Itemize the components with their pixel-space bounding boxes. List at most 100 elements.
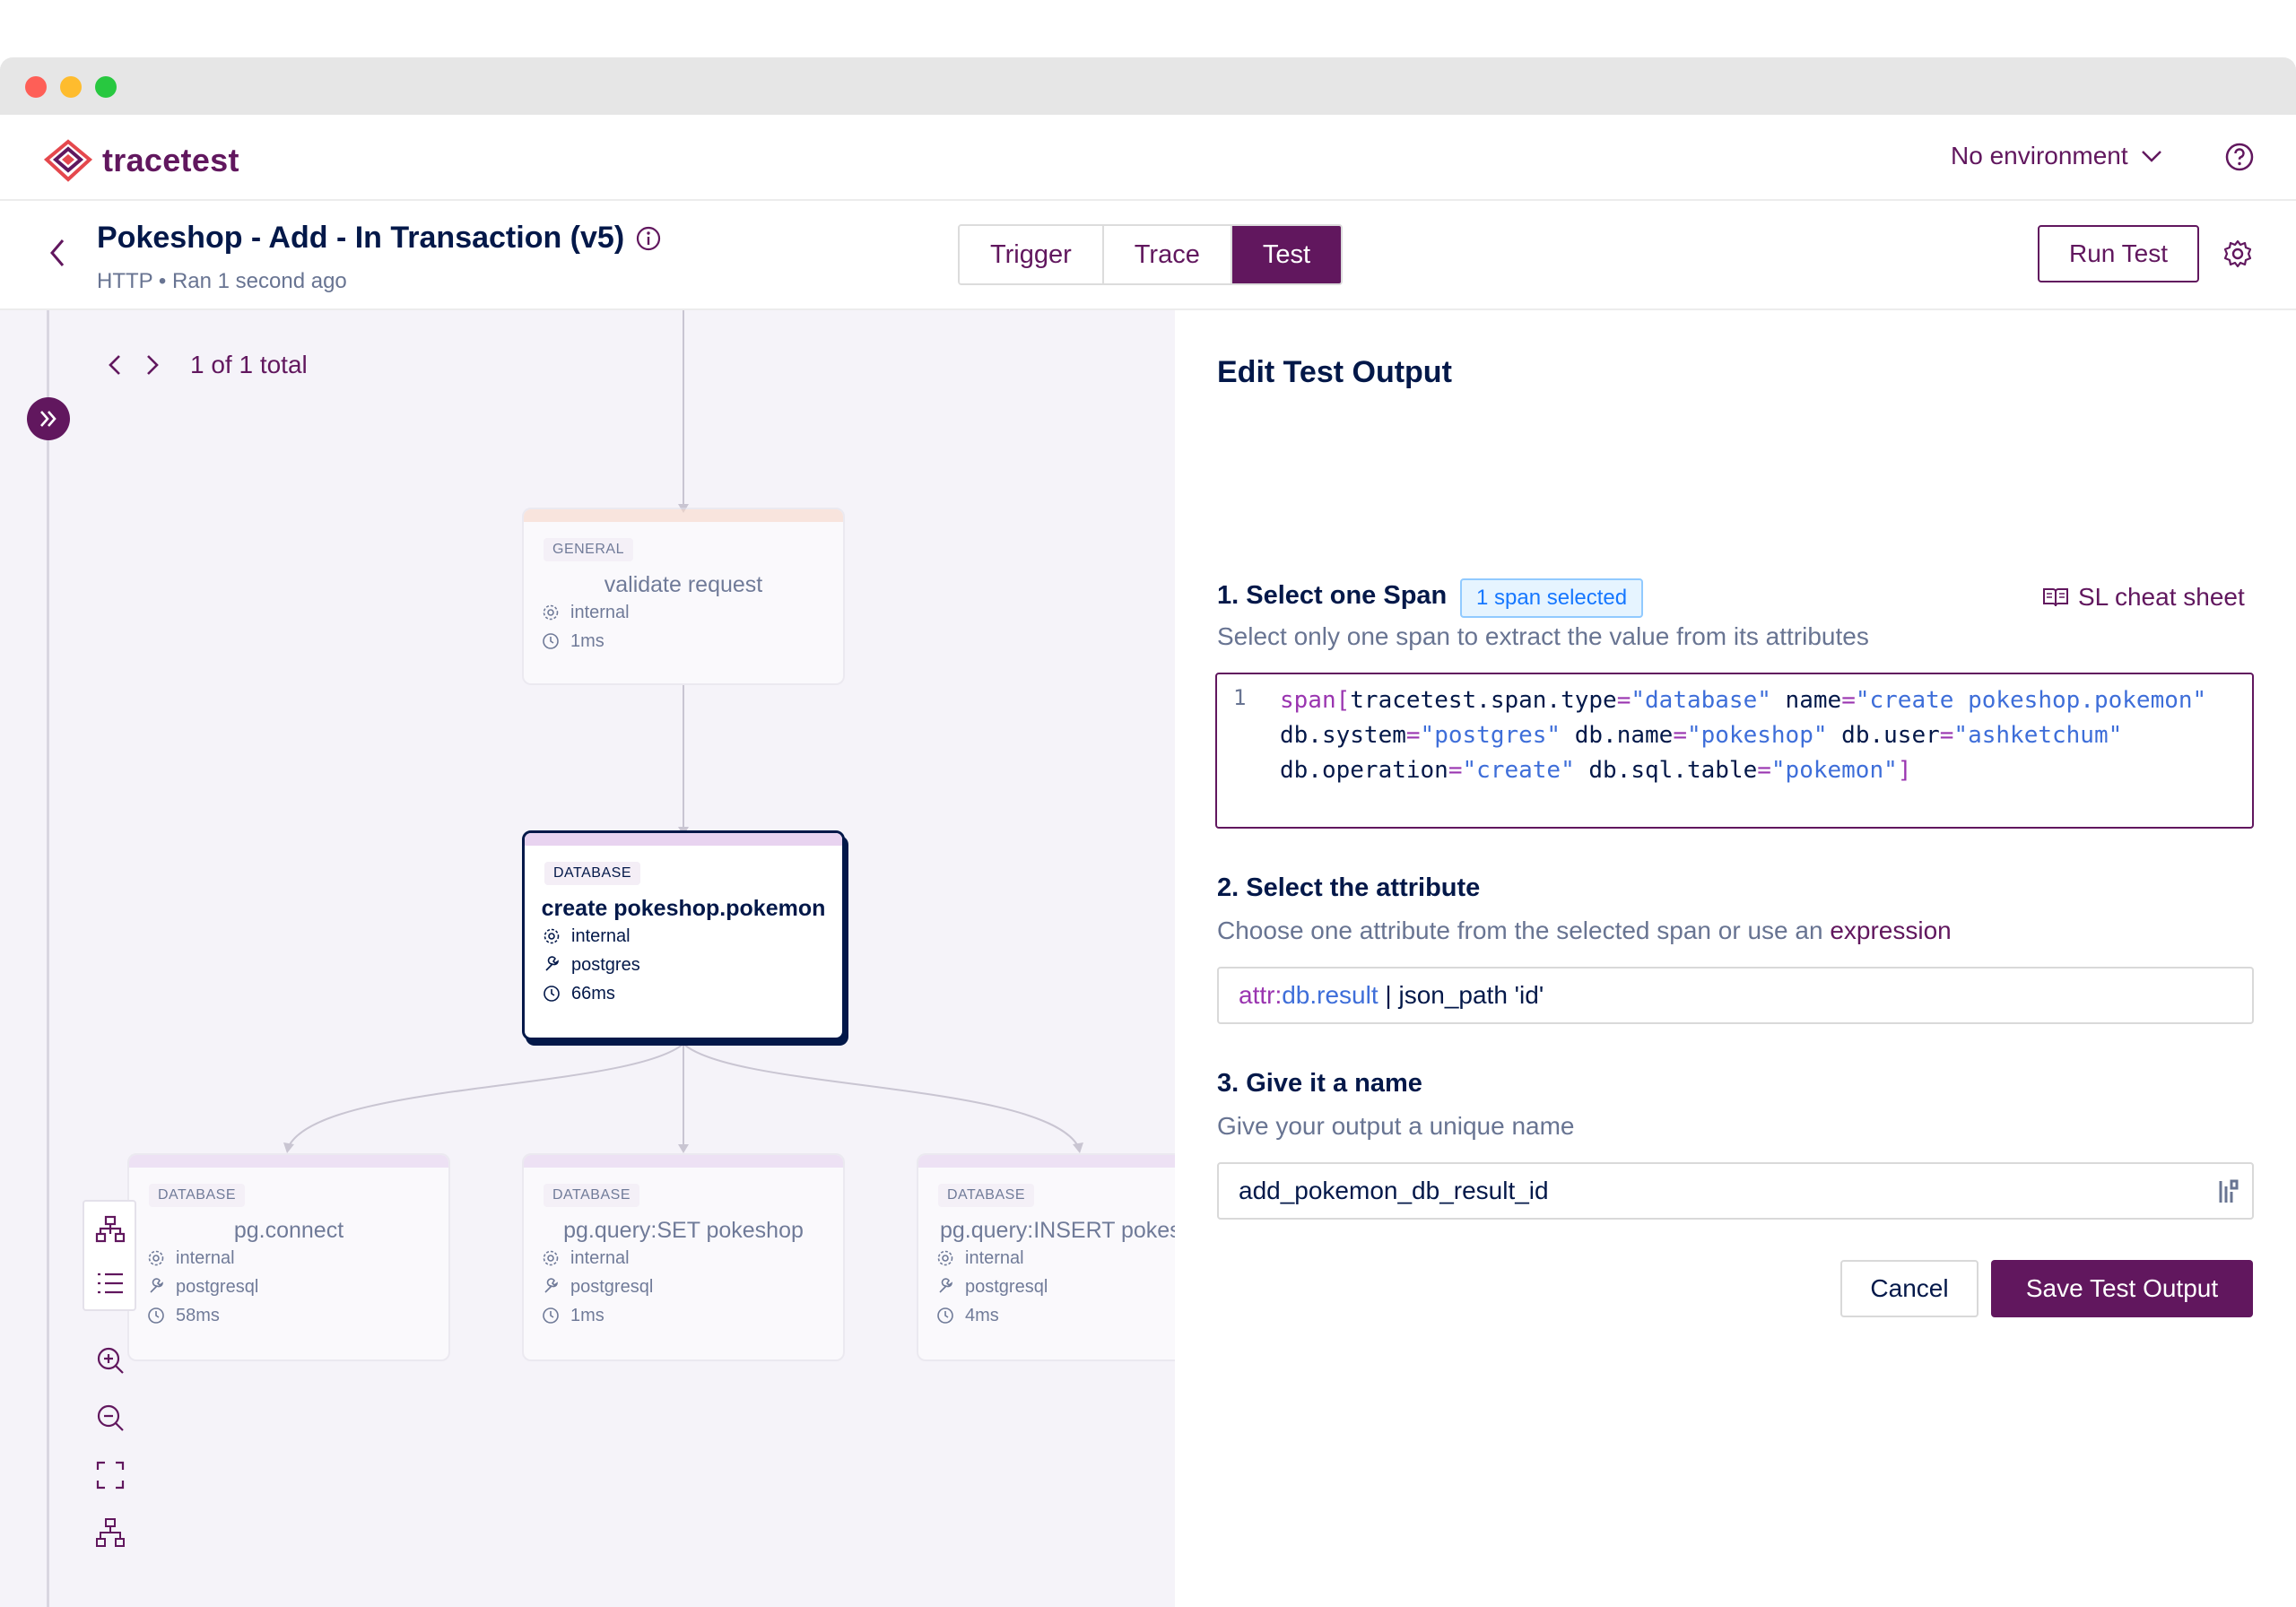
line-number: 1 (1233, 685, 1247, 710)
wrench-icon (544, 1278, 558, 1293)
step-3-title: 3. Give it a name (1217, 1069, 1422, 1098)
span-duration: 1ms (570, 1305, 604, 1325)
step-2-description: Choose one attribute from the selected s… (1217, 916, 1952, 945)
span-duration: 66ms (571, 983, 615, 1003)
view-tabs: Trigger Trace Test (958, 224, 1344, 285)
app-logo[interactable]: tracetest (43, 138, 239, 183)
span-duration-row: 58ms (147, 1301, 448, 1330)
span-duration: 1ms (570, 630, 604, 651)
help-icon[interactable] (2224, 142, 2255, 172)
span-kind: internal (570, 602, 630, 622)
clock-icon (148, 1307, 164, 1324)
zoom-in-icon[interactable] (95, 1345, 126, 1376)
span-kind: internal (176, 1247, 235, 1268)
gear-icon (937, 1250, 953, 1266)
span-node-validate-request[interactable]: GENERAL validate request internal 1ms (522, 508, 845, 685)
password-manager-icon[interactable] (2216, 1178, 2241, 1205)
span-kind-row: internal (543, 922, 842, 951)
gear-icon (544, 928, 560, 944)
span-kind-row: internal (147, 1244, 448, 1273)
span-duration-row: 1ms (542, 627, 843, 656)
tab-trigger[interactable]: Trigger (960, 226, 1104, 283)
span-duration: 58ms (176, 1305, 220, 1325)
span-kind-row: internal (936, 1244, 1175, 1273)
tab-trace[interactable]: Trace (1103, 226, 1232, 283)
cheat-sheet-label: SL cheat sheet (2078, 583, 2245, 611)
gear-icon (543, 604, 559, 621)
span-kind-row: internal (542, 598, 843, 627)
span-type-badge: DATABASE (544, 862, 640, 885)
span-name: pg.query:INSERT pokes (940, 1218, 1175, 1243)
node-accent (524, 509, 843, 522)
maximize-window-button[interactable] (95, 76, 117, 98)
span-name: validate request (604, 572, 763, 597)
span-node-pg-query-insert[interactable]: DATABASE pg.query:INSERT pokes internal … (917, 1153, 1175, 1361)
cancel-button[interactable]: Cancel (1840, 1260, 1979, 1317)
panel-title: Edit Test Output (1217, 355, 1452, 389)
step-1-description: Select only one span to extract the valu… (1217, 622, 1869, 650)
info-icon[interactable] (635, 225, 662, 252)
cheat-sheet-link[interactable]: SL cheat sheet (2042, 583, 2245, 612)
output-name-input[interactable]: add_pokemon_db_result_id (1217, 1162, 2254, 1220)
step-2-title: 2. Select the attribute (1217, 873, 1481, 902)
span-kind: internal (571, 925, 631, 946)
span-system: postgresql (176, 1276, 259, 1297)
span-type-badge: DATABASE (149, 1184, 245, 1207)
node-accent (129, 1155, 448, 1168)
expression-link[interactable]: expression (1830, 916, 1951, 944)
gear-icon (148, 1250, 164, 1266)
logo-text: tracetest (102, 142, 239, 178)
auto-layout-icon[interactable] (95, 1517, 126, 1548)
zoom-out-icon[interactable] (95, 1403, 126, 1433)
span-duration-row: 4ms (936, 1301, 1175, 1330)
edit-test-output-panel: Edit Test Output 1. Select one Span 1 sp… (1175, 310, 2296, 1607)
test-header: Pokeshop - Add - In Transaction (v5) HTT… (0, 201, 2296, 310)
span-node-create-pokeshop-pokemon[interactable]: DATABASE create pokeshop.pokemon interna… (522, 830, 845, 1040)
span-system-row: postgresql (542, 1273, 843, 1301)
span-duration-row: 1ms (542, 1301, 843, 1330)
span-system-row: postgresql (147, 1273, 448, 1301)
window-titlebar (0, 57, 2296, 115)
clock-icon (543, 1307, 559, 1324)
back-arrow-icon[interactable] (45, 235, 70, 271)
span-node-pg-connect[interactable]: DATABASE pg.connect internal postgresql … (127, 1153, 450, 1361)
attribute-input[interactable]: attr: db.result | json_path 'id' (1217, 967, 2254, 1024)
save-test-output-button[interactable]: Save Test Output (1991, 1260, 2253, 1317)
output-name-value: add_pokemon_db_result_id (1239, 1177, 1549, 1204)
selector-editor[interactable]: 1 span[tracetest.span.type="database" na… (1215, 673, 2254, 829)
span-duration: 4ms (965, 1305, 999, 1325)
minimize-window-button[interactable] (60, 76, 82, 98)
tab-test[interactable]: Test (1231, 226, 1342, 283)
run-test-button[interactable]: Run Test (2038, 225, 2199, 282)
attr-prefix: attr: (1239, 981, 1283, 1009)
clock-icon (543, 633, 559, 649)
node-accent (918, 1155, 1175, 1168)
list-view-icon[interactable] (95, 1268, 126, 1299)
gear-icon[interactable] (2222, 239, 2253, 269)
environment-select[interactable]: No environment (1951, 142, 2162, 170)
attr-expression: | json_path 'id' (1378, 981, 1544, 1009)
clock-icon (544, 986, 560, 1002)
app-header: tracetest No environment (0, 115, 2296, 201)
test-title-text: Pokeshop - Add - In Transaction (v5) (97, 221, 625, 255)
span-type-badge: GENERAL (544, 538, 633, 561)
span-kind-row: internal (542, 1244, 843, 1273)
test-meta: HTTP • Ran 1 second ago (97, 269, 347, 293)
span-node-pg-query-set[interactable]: DATABASE pg.query:SET pokeshop internal … (522, 1153, 845, 1361)
step-1-title: 1. Select one Span (1217, 581, 1448, 610)
chevron-down-icon (2141, 151, 2161, 162)
close-window-button[interactable] (25, 76, 47, 98)
trace-canvas[interactable]: 1 of 1 total GENERAL validate request in… (0, 310, 1175, 1607)
wrench-icon (545, 956, 559, 971)
attr-name: db.result (1282, 981, 1378, 1009)
fit-view-icon[interactable] (95, 1460, 126, 1490)
app-window: tracetest No environment Pokeshop - Add … (0, 57, 2296, 1607)
span-name: pg.query:SET pokeshop (563, 1218, 804, 1243)
span-kind: internal (965, 1247, 1024, 1268)
graph-view-icon[interactable] (95, 1214, 126, 1245)
page-title: Pokeshop - Add - In Transaction (v5) (97, 221, 662, 256)
span-type-badge: DATABASE (544, 1184, 639, 1207)
node-accent (525, 833, 842, 846)
environment-label: No environment (1951, 142, 2128, 169)
span-system-row: postgresql (936, 1273, 1175, 1301)
